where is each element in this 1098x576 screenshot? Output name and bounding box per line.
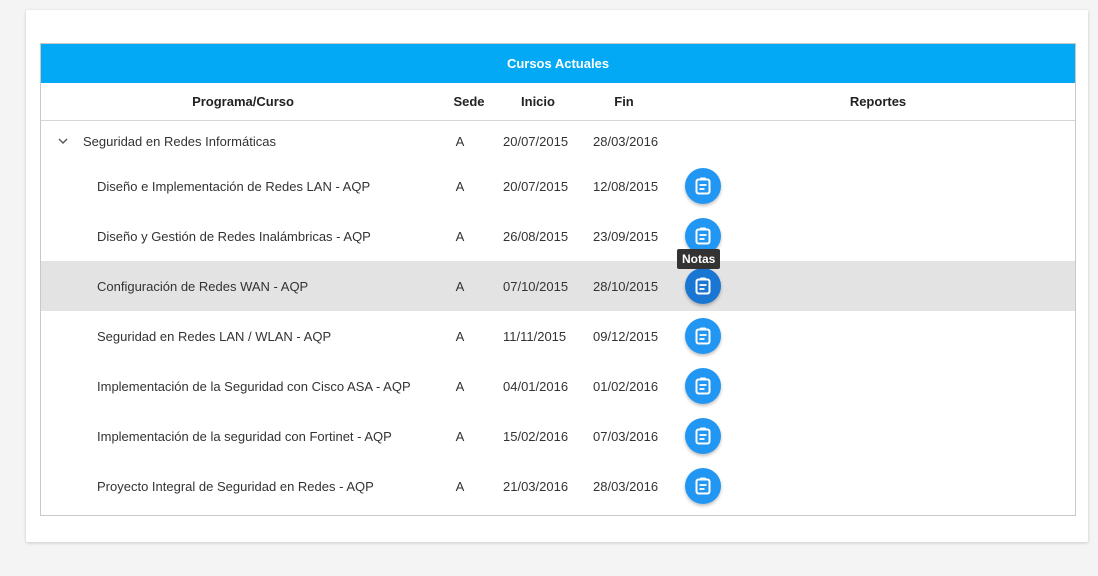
- course-sede: A: [455, 378, 465, 394]
- table-row[interactable]: Implementación de la seguridad con Forti…: [41, 411, 1075, 461]
- course-sede: A: [455, 328, 465, 344]
- notes-button[interactable]: [685, 468, 721, 504]
- course-name: Implementación de la Seguridad con Cisco…: [97, 378, 411, 394]
- table-row[interactable]: Diseño e Implementación de Redes LAN - A…: [41, 161, 1075, 211]
- group-fin: 28/03/2016: [593, 133, 659, 149]
- notes-button[interactable]: [685, 268, 721, 304]
- header-sede: Sede: [453, 94, 485, 109]
- table-title: Cursos Actuales: [41, 44, 1075, 83]
- notes-icon: [695, 277, 711, 295]
- course-fin: 07/03/2016: [593, 428, 659, 444]
- table-row[interactable]: Proyecto Integral de Seguridad en Redes …: [41, 461, 1075, 511]
- notes-button[interactable]: [685, 418, 721, 454]
- notes-button[interactable]: [685, 168, 721, 204]
- table-row-selected[interactable]: Configuración de Redes WAN - AQP A 07/10…: [41, 261, 1075, 311]
- notes-button[interactable]: [685, 318, 721, 354]
- course-fin: 09/12/2015: [593, 328, 659, 344]
- course-inicio: 11/11/2015: [503, 328, 567, 344]
- notes-icon: [695, 227, 711, 245]
- group-inicio: 20/07/2015: [503, 133, 569, 149]
- course-fin: 23/09/2015: [593, 228, 659, 244]
- chevron-down-icon[interactable]: [55, 121, 71, 161]
- course-fin: 01/02/2016: [593, 378, 659, 394]
- course-inicio: 07/10/2015: [503, 278, 569, 294]
- course-sede: A: [455, 178, 465, 194]
- group-sede: A: [455, 133, 465, 149]
- course-inicio: 26/08/2015: [503, 228, 569, 244]
- course-name: Implementación de la seguridad con Forti…: [97, 428, 392, 444]
- notes-icon: [695, 327, 711, 345]
- course-inicio: 21/03/2016: [503, 478, 569, 494]
- table-header: Programa/Curso Sede Inicio Fin Reportes: [41, 83, 1075, 121]
- notes-tooltip: Notas: [677, 249, 721, 269]
- notes-icon: [695, 477, 711, 495]
- table-row[interactable]: Diseño y Gestión de Redes Inalámbricas -…: [41, 211, 1075, 261]
- course-sede: A: [455, 228, 465, 244]
- group-program-name: Seguridad en Redes Informáticas: [83, 133, 276, 149]
- course-name: Proyecto Integral de Seguridad en Redes …: [97, 478, 374, 494]
- course-name: Diseño y Gestión de Redes Inalámbricas -…: [97, 228, 371, 244]
- header-fin: Fin: [614, 94, 634, 109]
- courses-table: Cursos Actuales Programa/Curso Sede Inic…: [40, 43, 1076, 516]
- header-program: Programa/Curso: [192, 94, 294, 109]
- course-name: Diseño e Implementación de Redes LAN - A…: [97, 178, 371, 194]
- course-sede: A: [455, 428, 465, 444]
- course-name: Seguridad en Redes LAN / WLAN - AQP: [97, 328, 332, 344]
- course-inicio: 20/07/2015: [503, 178, 569, 194]
- course-name: Configuración de Redes WAN - AQP: [97, 278, 309, 294]
- course-fin: 28/03/2016: [593, 478, 659, 494]
- notes-icon: [695, 377, 711, 395]
- table-row[interactable]: Seguridad en Redes LAN / WLAN - AQP A 11…: [41, 311, 1075, 361]
- notes-icon: [695, 177, 711, 195]
- course-inicio: 15/02/2016: [503, 428, 569, 444]
- program-group-row[interactable]: Seguridad en Redes Informáticas A 20/07/…: [41, 121, 1075, 161]
- course-inicio: 04/01/2016: [503, 378, 569, 394]
- notes-button[interactable]: [685, 368, 721, 404]
- course-sede: A: [455, 278, 465, 294]
- notes-icon: [695, 427, 711, 445]
- header-inicio: Inicio: [521, 94, 555, 109]
- course-sede: A: [455, 478, 465, 494]
- courses-card: Cursos Actuales Programa/Curso Sede Inic…: [26, 10, 1088, 542]
- table-row[interactable]: Implementación de la Seguridad con Cisco…: [41, 361, 1075, 411]
- header-reportes: Reportes: [849, 94, 907, 109]
- course-fin: 12/08/2015: [593, 178, 659, 194]
- course-fin: 28/10/2015: [593, 278, 659, 294]
